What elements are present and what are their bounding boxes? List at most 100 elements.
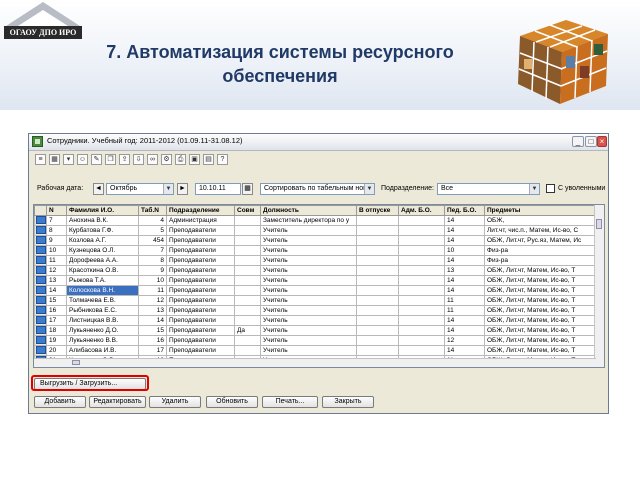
- refresh-button[interactable]: Обновить: [206, 396, 258, 408]
- header-subjects[interactable]: Предметы: [484, 205, 595, 216]
- delete-button[interactable]: Удалить: [149, 396, 201, 408]
- maximize-button[interactable]: □: [585, 136, 597, 147]
- grid-view-icon[interactable]: ▦: [49, 154, 60, 165]
- import-icon[interactable]: ⇩: [133, 154, 144, 165]
- subjects-cell: ОБЖ, Лит.чт, Матем, Ис-во, Т: [484, 265, 595, 276]
- combined-cell: [234, 215, 261, 226]
- table-row[interactable]: 11 Дорофеева А.А. 8 Преподаватели Учитель 14 Ф…: [34, 255, 595, 266]
- header-vacation[interactable]: В отпуске: [356, 205, 399, 216]
- scroll-thumb[interactable]: [72, 360, 80, 365]
- users-icon[interactable]: ☺: [77, 154, 88, 165]
- subjects-cell: ОБЖ,: [484, 215, 595, 226]
- combined-cell: [234, 265, 261, 276]
- folder-icon: [35, 216, 46, 225]
- position-cell: Учитель: [260, 245, 357, 256]
- slide-title: 7. Автоматизация системы ресурсного обес…: [60, 40, 500, 88]
- window-titlebar[interactable]: Сотрудники. Учебный год: 2011-2012 (01.0…: [29, 134, 608, 151]
- combined-cell: [234, 255, 261, 266]
- folder-icon: [35, 336, 46, 345]
- table-row[interactable]: 16 Рыбникова Е.С. 13 Преподаватели Учитель 11…: [34, 305, 595, 316]
- department-select[interactable]: Все ▼: [437, 183, 540, 195]
- ped-cell: 14: [444, 255, 485, 266]
- table-row[interactable]: 7 Анохина В.К. 4 Администрация Заместитель д…: [34, 215, 595, 226]
- table-row[interactable]: 17 Листницкая В.В. 14 Преподаватели Учитель 1…: [34, 315, 595, 326]
- header-tab[interactable]: Таб.N: [138, 205, 167, 216]
- header-fio[interactable]: Фамилия И.О.: [66, 205, 139, 216]
- calendar-icon[interactable]: ▣: [189, 154, 200, 165]
- table-row[interactable]: 8 Курбатова Г.Ф. 5 Преподаватели Учитель 14 Ли…: [34, 225, 595, 236]
- table-row[interactable]: 19 Лукьяненко В.В. 16 Преподаватели Учитель 1…: [34, 335, 595, 346]
- help-icon[interactable]: ?: [217, 154, 228, 165]
- table-row[interactable]: 18 Лукьяненко Д.О. 15 Преподаватели Да Учител…: [34, 325, 595, 336]
- grid-header-row: N Фамилия И.О. Таб.N Подразделение Совм …: [34, 205, 595, 216]
- horizontal-scrollbar[interactable]: [34, 358, 596, 367]
- print-button[interactable]: Печать...: [262, 396, 318, 408]
- settings-icon[interactable]: ⚙: [161, 154, 172, 165]
- subjects-cell: Физ-ра: [484, 245, 595, 256]
- edit-icon[interactable]: ✎: [91, 154, 102, 165]
- tab-number: 9: [138, 265, 167, 276]
- minimize-button[interactable]: _: [572, 136, 584, 147]
- row-number: 10: [46, 245, 67, 256]
- table-row[interactable]: 13 Рыжова Т.А. 10 Преподаватели Учитель 14 ОБЖ…: [34, 275, 595, 286]
- close-button[interactable]: Закрыть: [322, 396, 374, 408]
- list-view-icon[interactable]: ≡: [35, 154, 46, 165]
- folder-icon: [35, 306, 46, 315]
- header-dept[interactable]: Подразделение: [166, 205, 235, 216]
- table-row[interactable]: 20 Алибасова И.В. 17 Преподаватели Учитель 14…: [34, 345, 595, 356]
- table-row[interactable]: 9 Козлова А.Г. 454 Преподаватели Учитель 14 ОБ…: [34, 235, 595, 246]
- adm-cell: [398, 255, 445, 266]
- header-ped[interactable]: Пед. Б.О.: [444, 205, 485, 216]
- tab-number: 12: [138, 295, 167, 306]
- subjects-cell: ОБЖ, Лит.чт, Матем, Ис-во, Т: [484, 305, 595, 316]
- employee-name: Красоткина О.В.: [66, 265, 139, 276]
- add-button[interactable]: Добавить: [34, 396, 86, 408]
- filter-icon[interactable]: ▾: [63, 154, 74, 165]
- chevron-down-icon: ▼: [529, 184, 539, 194]
- row-icon-cell: [34, 245, 47, 256]
- department-cell: Преподаватели: [166, 295, 235, 306]
- ped-cell: 13: [444, 265, 485, 276]
- dismissed-checkbox[interactable]: [546, 184, 555, 193]
- vacation-cell: [356, 225, 399, 236]
- subjects-cell: Физ-ра: [484, 255, 595, 266]
- close-window-button[interactable]: ×: [597, 136, 607, 147]
- table-row[interactable]: 15 Толмачева Е.В. 12 Преподаватели Учитель 11…: [34, 295, 595, 306]
- employee-name: Рыбникова Е.С.: [66, 305, 139, 316]
- tab-number: 7: [138, 245, 167, 256]
- position-cell: Учитель: [260, 325, 357, 336]
- header-position[interactable]: Должность: [260, 205, 357, 216]
- next-month-button[interactable]: ►: [177, 183, 188, 195]
- ped-cell: 12: [444, 335, 485, 346]
- table-row[interactable]: 12 Красоткина О.В. 9 Преподаватели Учитель 13…: [34, 265, 595, 276]
- scroll-thumb[interactable]: [596, 219, 602, 229]
- link-icon[interactable]: ∞: [147, 154, 158, 165]
- ped-cell: 10: [444, 245, 485, 256]
- sort-select[interactable]: Сортировать по табельным ном ▼: [260, 183, 375, 195]
- row-icon-cell: [34, 235, 47, 246]
- header-adm[interactable]: Адм. Б.О.: [398, 205, 445, 216]
- header-sovm[interactable]: Совм: [234, 205, 261, 216]
- calendar-button[interactable]: ▦: [242, 183, 253, 195]
- date-field[interactable]: 10.10.11: [195, 183, 241, 195]
- employee-name: Толмачева Е.В.: [66, 295, 139, 306]
- print-icon[interactable]: ⎙: [175, 154, 186, 165]
- row-number: 14: [46, 285, 67, 296]
- employees-grid[interactable]: N Фамилия И.О. Таб.N Подразделение Совм …: [33, 204, 605, 368]
- row-icon-cell: [34, 325, 47, 336]
- month-select[interactable]: Октябрь ▼: [106, 183, 174, 195]
- table-row[interactable]: 10 Кузнецова О.Л. 7 Преподаватели Учитель 10 Ф…: [34, 245, 595, 256]
- ped-cell: 14: [444, 345, 485, 356]
- position-cell: Учитель: [260, 315, 357, 326]
- save-icon[interactable]: ▤: [203, 154, 214, 165]
- table-row[interactable]: 14 Колоскова В.Н. 11 Преподаватели Учитель 14…: [34, 285, 595, 296]
- export-icon[interactable]: ⇪: [119, 154, 130, 165]
- vertical-scrollbar[interactable]: [594, 205, 604, 367]
- employee-name: Кузнецова О.Л.: [66, 245, 139, 256]
- date-value: 10.10.11: [199, 185, 226, 192]
- vacation-cell: [356, 305, 399, 316]
- folder-icon: [35, 316, 46, 325]
- copy-icon[interactable]: ❐: [105, 154, 116, 165]
- prev-month-button[interactable]: ◄: [93, 183, 104, 195]
- edit-button[interactable]: Редактировать: [89, 396, 146, 408]
